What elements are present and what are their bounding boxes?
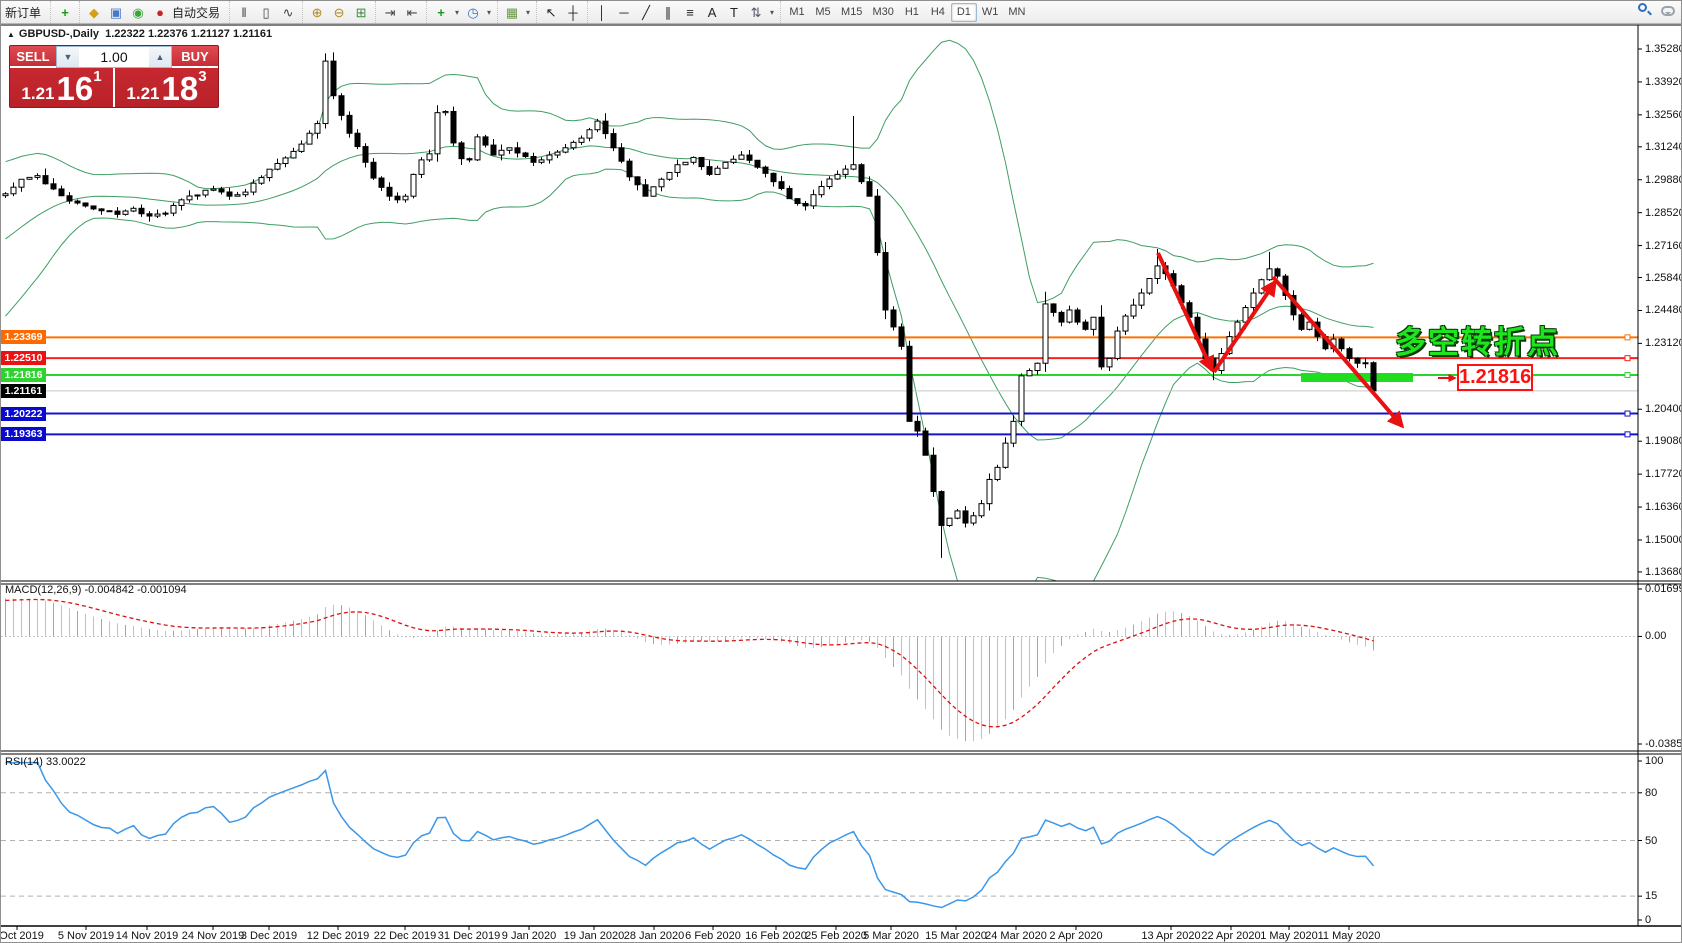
date-axis-tick: 13 Apr 2020: [1141, 930, 1200, 942]
price-axis-tick: 1.16360: [1645, 501, 1682, 513]
price-axis-tick: 1.17720: [1645, 468, 1682, 480]
date-axis-tick: 7 Oct 2019: [0, 930, 44, 942]
macd-indicator-label: MACD(12,26,9) -0.004842 -0.001094: [5, 584, 187, 596]
date-axis-tick: 24 Nov 2019: [182, 930, 244, 942]
date-axis-tick: 2 Apr 2020: [1049, 930, 1102, 942]
rsi-indicator-label: RSI(14) 33.0022: [5, 756, 86, 768]
rsi-axis-tick: 50: [1645, 835, 1657, 847]
price-tag: 1.22510: [1, 351, 46, 365]
price-axis-tick: 1.13680: [1645, 566, 1682, 578]
price-axis-tick: 1.24480: [1645, 304, 1682, 316]
date-axis-tick: 5 Mar 2020: [863, 930, 919, 942]
macd-axis-tick: -0.038519: [1645, 738, 1682, 750]
date-axis-tick: 3 Dec 2019: [241, 930, 297, 942]
date-axis-tick: 6 Feb 2020: [685, 930, 741, 942]
price-axis-tick: 1.25840: [1645, 272, 1682, 284]
date-axis-tick: 31 Dec 2019: [438, 930, 500, 942]
price-axis-tick: 1.35280: [1645, 43, 1682, 55]
date-axis-tick: 25 Feb 2020: [805, 930, 867, 942]
bull-bear-turning-point-annotation[interactable]: 多空转折点: [1395, 317, 1560, 362]
rsi-axis-tick: 100: [1645, 755, 1663, 767]
price-tag: 1.19363: [1, 427, 46, 441]
rsi-axis-tick: 15: [1645, 890, 1657, 902]
price-axis-tick: 1.19080: [1645, 435, 1682, 447]
date-axis-tick: 14 Nov 2019: [116, 930, 178, 942]
date-axis-tick: 5 Nov 2019: [58, 930, 114, 942]
date-axis-tick: 15 Mar 2020: [925, 930, 987, 942]
price-axis-tick: 1.32560: [1645, 109, 1682, 121]
level-price-callout[interactable]: 1.21816: [1457, 364, 1533, 391]
mt4-window: 新订单 +◆▣◉●自动交易‖▯∿⊕⊖⊞⇥⇤+▾◷▾▦▾↖┼│─╱∥≡AT⇅▾M1…: [0, 0, 1682, 943]
price-tag: 1.23369: [1, 330, 46, 344]
date-axis-tick: 9 Jan 2020: [502, 930, 556, 942]
price-axis-tick: 1.28520: [1645, 207, 1682, 219]
rsi-axis-tick: 80: [1645, 787, 1657, 799]
price-axis-tick: 1.27160: [1645, 240, 1682, 252]
price-axis-tick: 1.20400: [1645, 403, 1682, 415]
date-axis-tick: 22 Apr 2020: [1201, 930, 1260, 942]
date-axis-tick: 1 May 2020: [1260, 930, 1317, 942]
date-axis-tick: 24 Mar 2020: [985, 930, 1047, 942]
price-axis-tick: 1.31240: [1645, 141, 1682, 153]
price-tag: 1.21816: [1, 368, 46, 382]
price-axis-tick: 1.33920: [1645, 76, 1682, 88]
price-axis-tick: 1.23120: [1645, 337, 1682, 349]
date-axis-tick: 16 Feb 2020: [745, 930, 807, 942]
price-tag: 1.20222: [1, 407, 46, 421]
price-tag: 1.21161: [1, 384, 46, 398]
date-axis-tick: 12 Dec 2019: [307, 930, 369, 942]
date-axis-tick: 22 Dec 2019: [374, 930, 436, 942]
price-axis-tick: 1.15000: [1645, 534, 1682, 546]
macd-axis-tick: 0.016994: [1645, 583, 1682, 595]
price-axis-tick: 1.29880: [1645, 174, 1682, 186]
date-axis-tick: 28 Jan 2020: [624, 930, 685, 942]
date-axis-tick: 19 Jan 2020: [564, 930, 625, 942]
date-axis-tick: 11 May 2020: [1318, 930, 1381, 942]
macd-axis-tick: 0.00: [1645, 630, 1666, 642]
price-chart: [1, 1, 1682, 943]
rsi-axis-tick: 0: [1645, 914, 1651, 926]
